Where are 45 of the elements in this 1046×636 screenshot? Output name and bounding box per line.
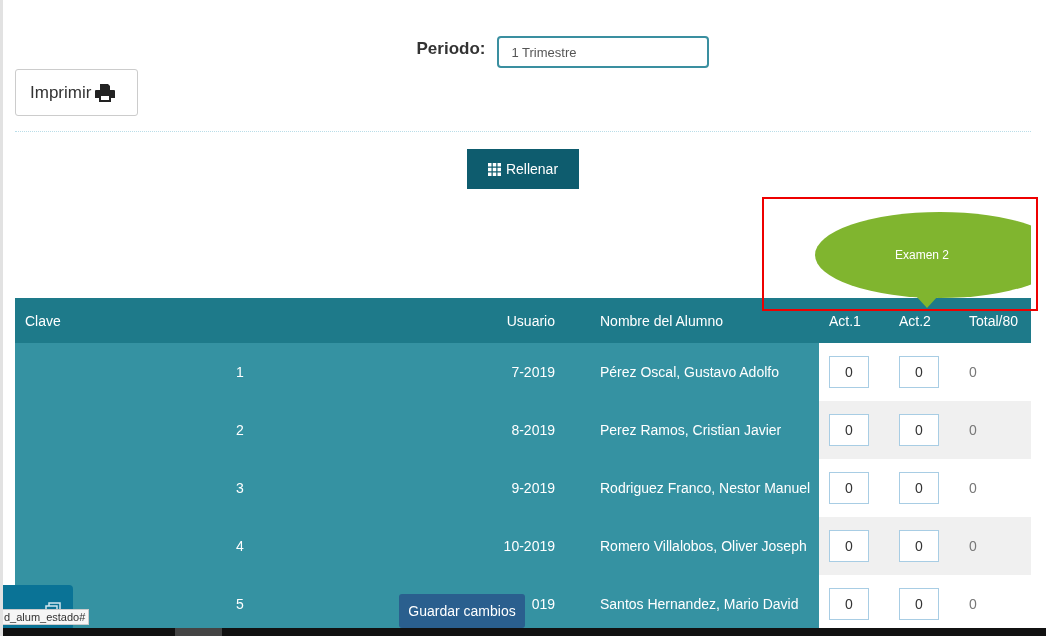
period-label: Periodo: [416, 38, 486, 59]
table-cell: 019 [531, 596, 555, 612]
table-cell: 2 [236, 422, 244, 438]
table-cell: 0 [969, 538, 977, 554]
save-button[interactable]: Guardar cambios [399, 594, 525, 628]
table-cell: Pérez Oscal, Gustavo Adolfo [600, 364, 779, 380]
grid-icon [487, 162, 501, 176]
grade-input[interactable]: 0 [829, 472, 869, 504]
period-field[interactable]: 1 Trimestre [497, 36, 710, 68]
table-cell: 0 [969, 422, 977, 438]
column-header: Act.1 [829, 312, 861, 329]
table-cell: 0 [969, 364, 977, 380]
fill-button[interactable]: Rellenar [467, 149, 579, 189]
table-cell: Rodriguez Franco, Nestor Manuel [600, 480, 811, 496]
grade-input[interactable]: 0 [829, 414, 869, 446]
column-header: Nombre del Alumno [600, 312, 723, 329]
grade-input[interactable]: 0 [899, 472, 939, 504]
table-cell: 4 [236, 538, 244, 554]
table-cell: 3 [236, 480, 244, 496]
grade-input[interactable]: 0 [899, 414, 939, 446]
column-header: Usuario [506, 312, 555, 329]
table-cell: 8-2019 [511, 422, 555, 438]
table-cell: Romero Villalobos, Oliver Joseph [600, 538, 807, 554]
printer-icon [95, 83, 116, 102]
grade-input[interactable]: 0 [829, 356, 869, 388]
table-cell: 5 [236, 596, 244, 612]
grade-input[interactable]: 0 [899, 356, 939, 388]
table-cell: Perez Ramos, Cristian Javier [600, 422, 782, 438]
grade-input[interactable]: 0 [899, 530, 939, 562]
table-cell: 1 [236, 364, 244, 380]
grade-input[interactable]: 0 [899, 588, 939, 620]
status-url: d_alum_estado# [3, 609, 90, 625]
callout-text: Examen 2 [895, 248, 950, 262]
column-header: Act.2 [899, 312, 931, 329]
table-cell: 10-2019 [503, 538, 555, 554]
table-cell: Santos Hernandez, Mario David [600, 596, 799, 612]
table-cell: 7-2019 [511, 364, 555, 380]
table-cell: 9-2019 [511, 480, 555, 496]
print-button[interactable]: Imprimir [15, 69, 138, 116]
column-header: Total/80 [969, 312, 1019, 329]
column-header: Clave [25, 312, 61, 329]
table-cell: 0 [969, 480, 977, 496]
grade-input[interactable]: 0 [829, 530, 869, 562]
table-cell: 0 [969, 596, 977, 612]
grade-input[interactable]: 0 [829, 588, 869, 620]
